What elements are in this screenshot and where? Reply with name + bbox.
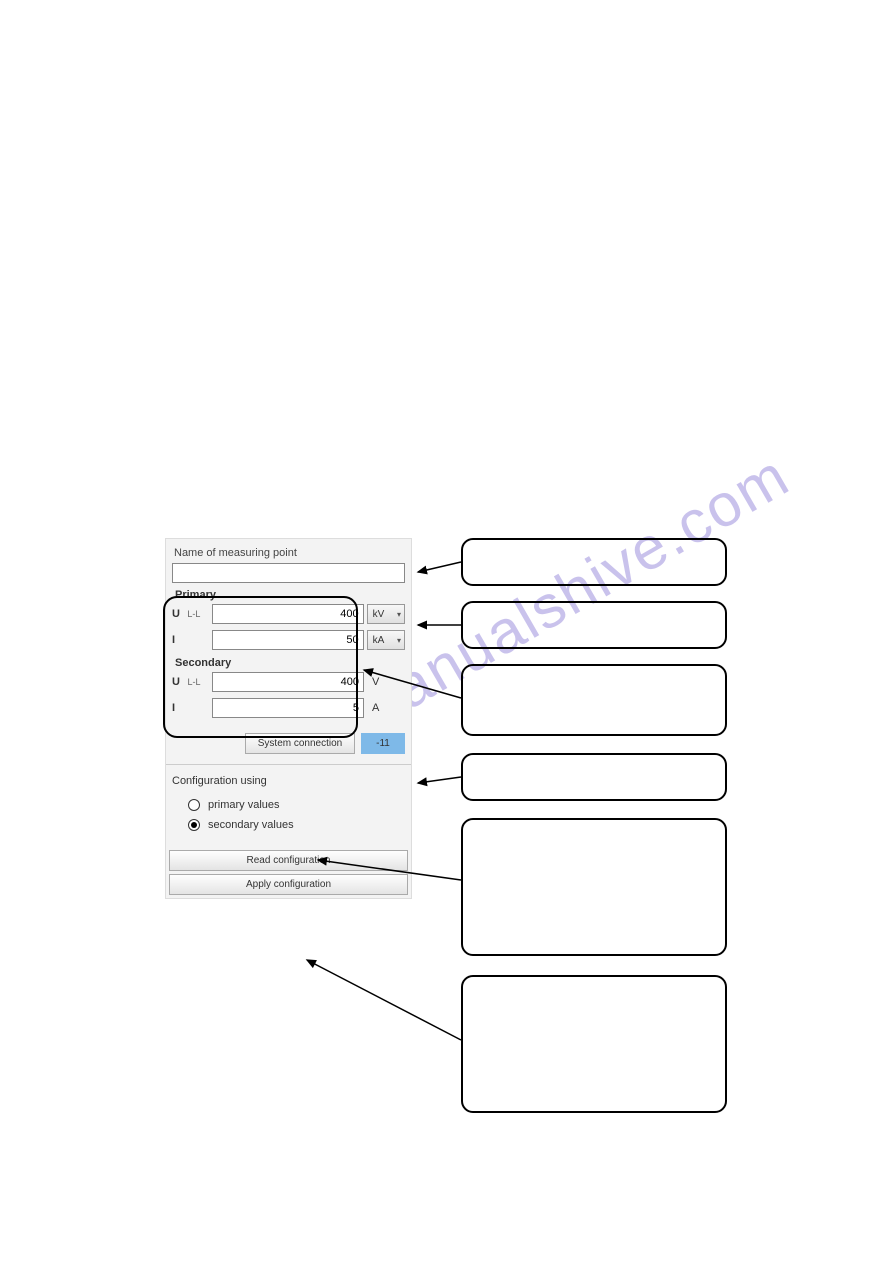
callout-3: [461, 664, 727, 736]
primary-u-label: U: [172, 608, 184, 620]
primary-i-input[interactable]: [212, 630, 364, 650]
primary-i-unit: kA: [373, 635, 385, 646]
secondary-i-label: I: [172, 702, 185, 714]
primary-u-sub: L-L: [187, 609, 208, 619]
config-using-title: Configuration using: [172, 775, 405, 795]
annotation-arrows: [0, 0, 893, 1263]
system-connection-row: System connection -11: [166, 725, 411, 762]
radio-primary-row[interactable]: primary values: [172, 795, 405, 815]
secondary-u-label: U: [172, 676, 185, 688]
name-section: Name of measuring point: [166, 539, 411, 587]
primary-u-input[interactable]: [212, 604, 364, 624]
config-panel: Name of measuring point Primary U L-L kV…: [165, 538, 412, 899]
primary-u-unit-select[interactable]: kV ▾: [367, 604, 405, 624]
secondary-i-input[interactable]: [212, 698, 364, 718]
primary-i-unit-select[interactable]: kA ▾: [367, 630, 405, 650]
secondary-i-unit: A: [367, 702, 405, 714]
callout-4: [461, 753, 727, 801]
radio-primary-label: primary values: [208, 799, 280, 811]
radio-secondary[interactable]: [188, 819, 200, 831]
secondary-u-row: U L-L V: [172, 669, 405, 695]
read-config-button[interactable]: Read configuration: [169, 850, 408, 871]
apply-config-button[interactable]: Apply configuration: [169, 874, 408, 895]
secondary-title: Secondary: [172, 657, 405, 669]
chevron-down-icon: ▾: [397, 610, 401, 619]
secondary-u-unit: V: [367, 676, 405, 688]
radio-secondary-row[interactable]: secondary values: [172, 815, 405, 835]
divider: [166, 764, 411, 765]
radio-primary[interactable]: [188, 799, 200, 811]
name-input[interactable]: [172, 563, 405, 583]
primary-u-row: U L-L kV ▾: [172, 601, 405, 627]
secondary-u-sub: L-L: [188, 677, 209, 687]
system-connection-value: -11: [361, 733, 405, 754]
secondary-u-input[interactable]: [212, 672, 364, 692]
primary-title: Primary: [172, 589, 405, 601]
callout-2: [461, 601, 727, 649]
primary-i-label: I: [172, 634, 184, 646]
radio-secondary-label: secondary values: [208, 819, 294, 831]
callout-1: [461, 538, 727, 586]
callout-5: [461, 818, 727, 956]
secondary-i-row: I A: [172, 695, 405, 721]
callout-6: [461, 975, 727, 1113]
name-label: Name of measuring point: [172, 545, 405, 563]
secondary-section: Secondary U L-L V I A: [166, 657, 411, 725]
primary-u-unit: kV: [373, 609, 385, 620]
system-connection-button[interactable]: System connection: [245, 733, 355, 754]
primary-section: Primary U L-L kV ▾ I kA ▾: [166, 587, 411, 657]
chevron-down-icon: ▾: [397, 636, 401, 645]
primary-i-row: I kA ▾: [172, 627, 405, 653]
config-using-group: Configuration using primary values secon…: [166, 767, 411, 847]
